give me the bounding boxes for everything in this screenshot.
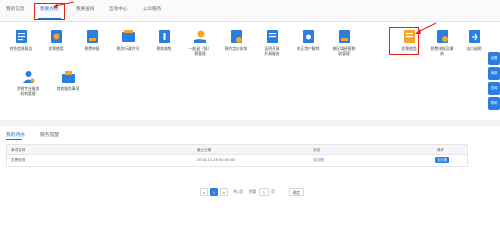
- total-pages-label: 共1页: [232, 189, 243, 194]
- active-subtab-underline: [6, 139, 22, 141]
- icon-label: 发票使用: [48, 46, 64, 51]
- icon-label: 预约定价安排: [224, 46, 248, 51]
- icon-label: 开具服务: [264, 51, 280, 56]
- cross-region-icon: [337, 29, 352, 44]
- certificate-icon: [265, 29, 280, 44]
- icon-label: 其他服务事项: [56, 86, 80, 91]
- pricing-icon: [229, 29, 244, 44]
- tab-query[interactable]: 我要查询: [76, 6, 94, 12]
- export-icon: [467, 29, 482, 44]
- float-button-label: 帮助: [490, 101, 498, 105]
- icon-label: 税收减免: [156, 46, 172, 51]
- subtab-my-todo[interactable]: 我的待办: [6, 131, 25, 138]
- person-icon: [21, 69, 36, 84]
- subtab-reminders[interactable]: 服务提醒: [40, 131, 59, 138]
- icon-tile-agency-mgmt[interactable]: 涉税专业服务 机构管理: [10, 69, 46, 96]
- icon-label: 纳: [440, 51, 444, 56]
- float-button-help[interactable]: 帮助: [488, 97, 500, 110]
- goto-label: 到第: [248, 189, 257, 194]
- float-button-label: 纳税: [490, 71, 498, 75]
- table-header: 事项名称 截止日期 状态 操作: [7, 145, 467, 155]
- page-unit-label: 页: [271, 189, 275, 194]
- icon-tile-certificate[interactable]: 证明开具 开具服务: [254, 29, 290, 56]
- invoice-icon: [49, 29, 64, 44]
- cell-status[interactable]: 待办理: [313, 158, 324, 163]
- icon-label: 税务行政许可: [116, 46, 140, 51]
- icon-label: 收管理: [338, 51, 350, 56]
- goto-page-input[interactable]: 1: [259, 188, 269, 196]
- next-page-button[interactable]: >: [220, 188, 228, 196]
- header-status: 状态: [313, 148, 321, 152]
- table-row: 发票使用 2018-11-26 00:00:00 待办理 去办理: [7, 155, 467, 166]
- icon-label: 税费申报: [84, 46, 100, 51]
- icon-label: 税管理: [194, 51, 206, 56]
- relief-icon: [157, 29, 172, 44]
- float-button-tax[interactable]: 纳税: [488, 67, 500, 80]
- hand-coin-icon: [193, 29, 208, 44]
- other-services-icon: [61, 69, 76, 84]
- icon-label: 出口退税: [466, 46, 482, 51]
- release-icon: [301, 29, 316, 44]
- float-button-consult[interactable]: 咨询: [488, 82, 500, 95]
- header-item-name: 事项名称: [11, 148, 26, 152]
- icon-label: 机构管理: [20, 91, 36, 96]
- icon-label: 综合信息报告: [9, 46, 33, 51]
- icon-tile-admin-permit[interactable]: 税务行政许可: [110, 29, 146, 51]
- icon-tile-tax-relief[interactable]: 税收减免: [146, 29, 182, 51]
- header-action: 操作: [437, 148, 445, 152]
- icon-tile-tax-declare[interactable]: 税费申报: [74, 29, 110, 51]
- icon-tile-abnormal-release[interactable]: 非正常户解除: [290, 29, 326, 51]
- prev-page-button[interactable]: <: [200, 188, 208, 196]
- tab-my-info[interactable]: 我的信息: [6, 6, 24, 12]
- page-1-button[interactable]: 1: [210, 188, 218, 196]
- handle-button-label: 去办理: [437, 158, 447, 162]
- header-deadline: 截止日期: [197, 148, 212, 152]
- icon-tile-invoice-use[interactable]: 发票使用: [38, 29, 74, 51]
- icon-tile-declare-pay[interactable]: 税费申报及缴 纳: [424, 29, 460, 56]
- confirm-button[interactable]: 确定: [289, 188, 304, 196]
- icon-label: 非正常户解除: [296, 46, 320, 51]
- tab-public-service[interactable]: 公众服务: [143, 6, 161, 12]
- float-button-settings[interactable]: 设置: [488, 52, 500, 65]
- declare-pay-icon: [435, 29, 450, 44]
- icon-tile-pricing[interactable]: 预约定价安排: [218, 29, 254, 51]
- document-icon: [14, 29, 29, 44]
- icon-tile-other-services[interactable]: 其他服务事项: [50, 69, 86, 91]
- declare-icon: [85, 29, 100, 44]
- icon-tile-info-report[interactable]: 综合信息报告: [3, 29, 39, 51]
- cell-deadline: 2018-11-26 00:00:00: [197, 158, 236, 162]
- annotation-arrow-tab: [53, 1, 75, 8]
- permit-icon: [121, 29, 136, 44]
- cell-item-name: 发票使用: [11, 158, 26, 162]
- float-button-label: 设置: [490, 56, 498, 60]
- float-button-label: 咨询: [490, 86, 498, 90]
- handle-button[interactable]: 去办理: [435, 157, 449, 163]
- icon-tile-export-refund[interactable]: 出口退税: [456, 29, 492, 51]
- icon-tile-cross-region[interactable]: 跨区域经营税 收管理: [326, 29, 362, 56]
- icon-tile-refund[interactable]: 一般退（抵） 税管理: [182, 29, 218, 56]
- tab-interaction[interactable]: 互动中心: [109, 6, 127, 12]
- todo-table: 事项名称 截止日期 状态 操作 发票使用 2018-11-26 00:00:00…: [6, 144, 468, 167]
